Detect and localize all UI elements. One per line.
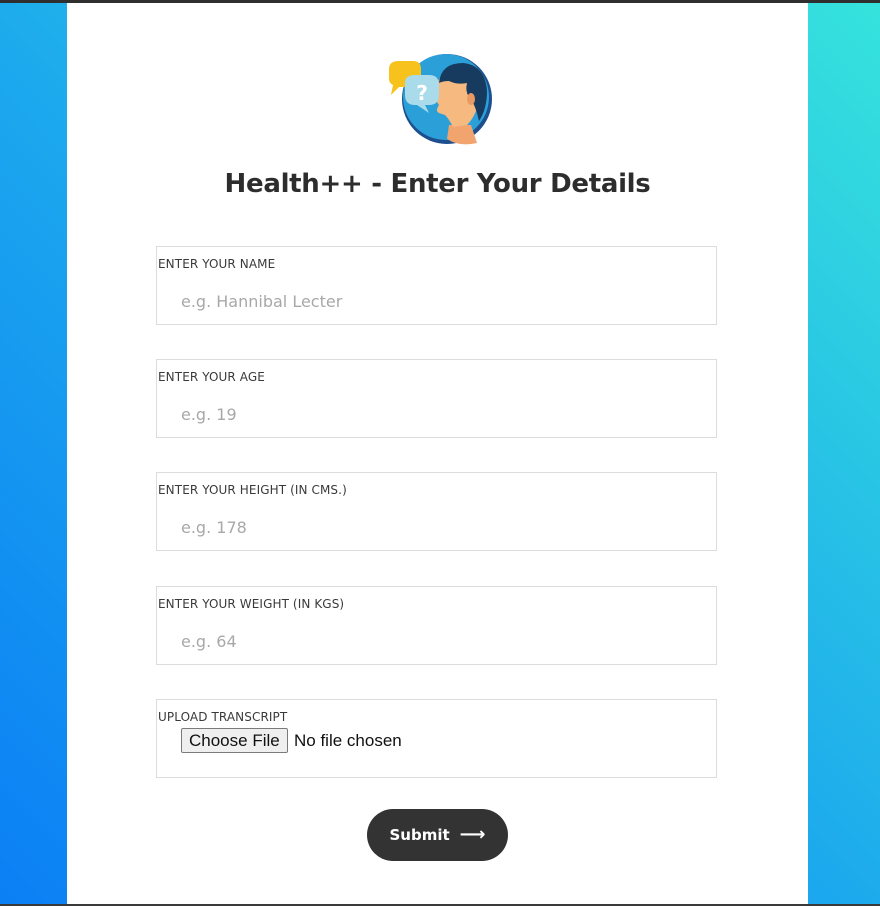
svg-text:?: ? [416,81,428,105]
upload-field: UPLOAD TRANSCRIPT Choose File No file ch… [156,699,717,778]
age-label: ENTER YOUR AGE [158,370,265,384]
height-input[interactable] [181,515,681,539]
arrow-right-icon: ⟶ [459,824,486,845]
name-label: ENTER YOUR NAME [158,257,276,271]
name-field: ENTER YOUR NAME [156,246,717,325]
age-field: ENTER YOUR AGE [156,359,717,438]
page-title: Health++ - Enter Your Details [224,169,651,199]
height-label: ENTER YOUR HEIGHT (IN CMS.) [158,483,347,497]
submit-label: Submit [389,826,450,844]
height-field: ENTER YOUR HEIGHT (IN CMS.) [156,472,717,551]
name-input[interactable] [181,289,681,313]
submit-button[interactable]: Submit ⟶ [367,809,508,861]
weight-label: ENTER YOUR WEIGHT (IN KGS) [158,597,345,611]
choose-file-button[interactable]: Choose File [181,728,288,753]
weight-input[interactable] [181,629,681,653]
weight-field: ENTER YOUR WEIGHT (IN KGS) [156,586,717,665]
file-status-text: No file chosen [294,731,402,750]
consultation-avatar-icon: ? [379,47,497,147]
form-card: ? Health++ - Enter Your Details ENTER YO… [67,3,808,904]
age-input[interactable] [181,402,681,426]
upload-label: UPLOAD TRANSCRIPT [158,710,288,724]
